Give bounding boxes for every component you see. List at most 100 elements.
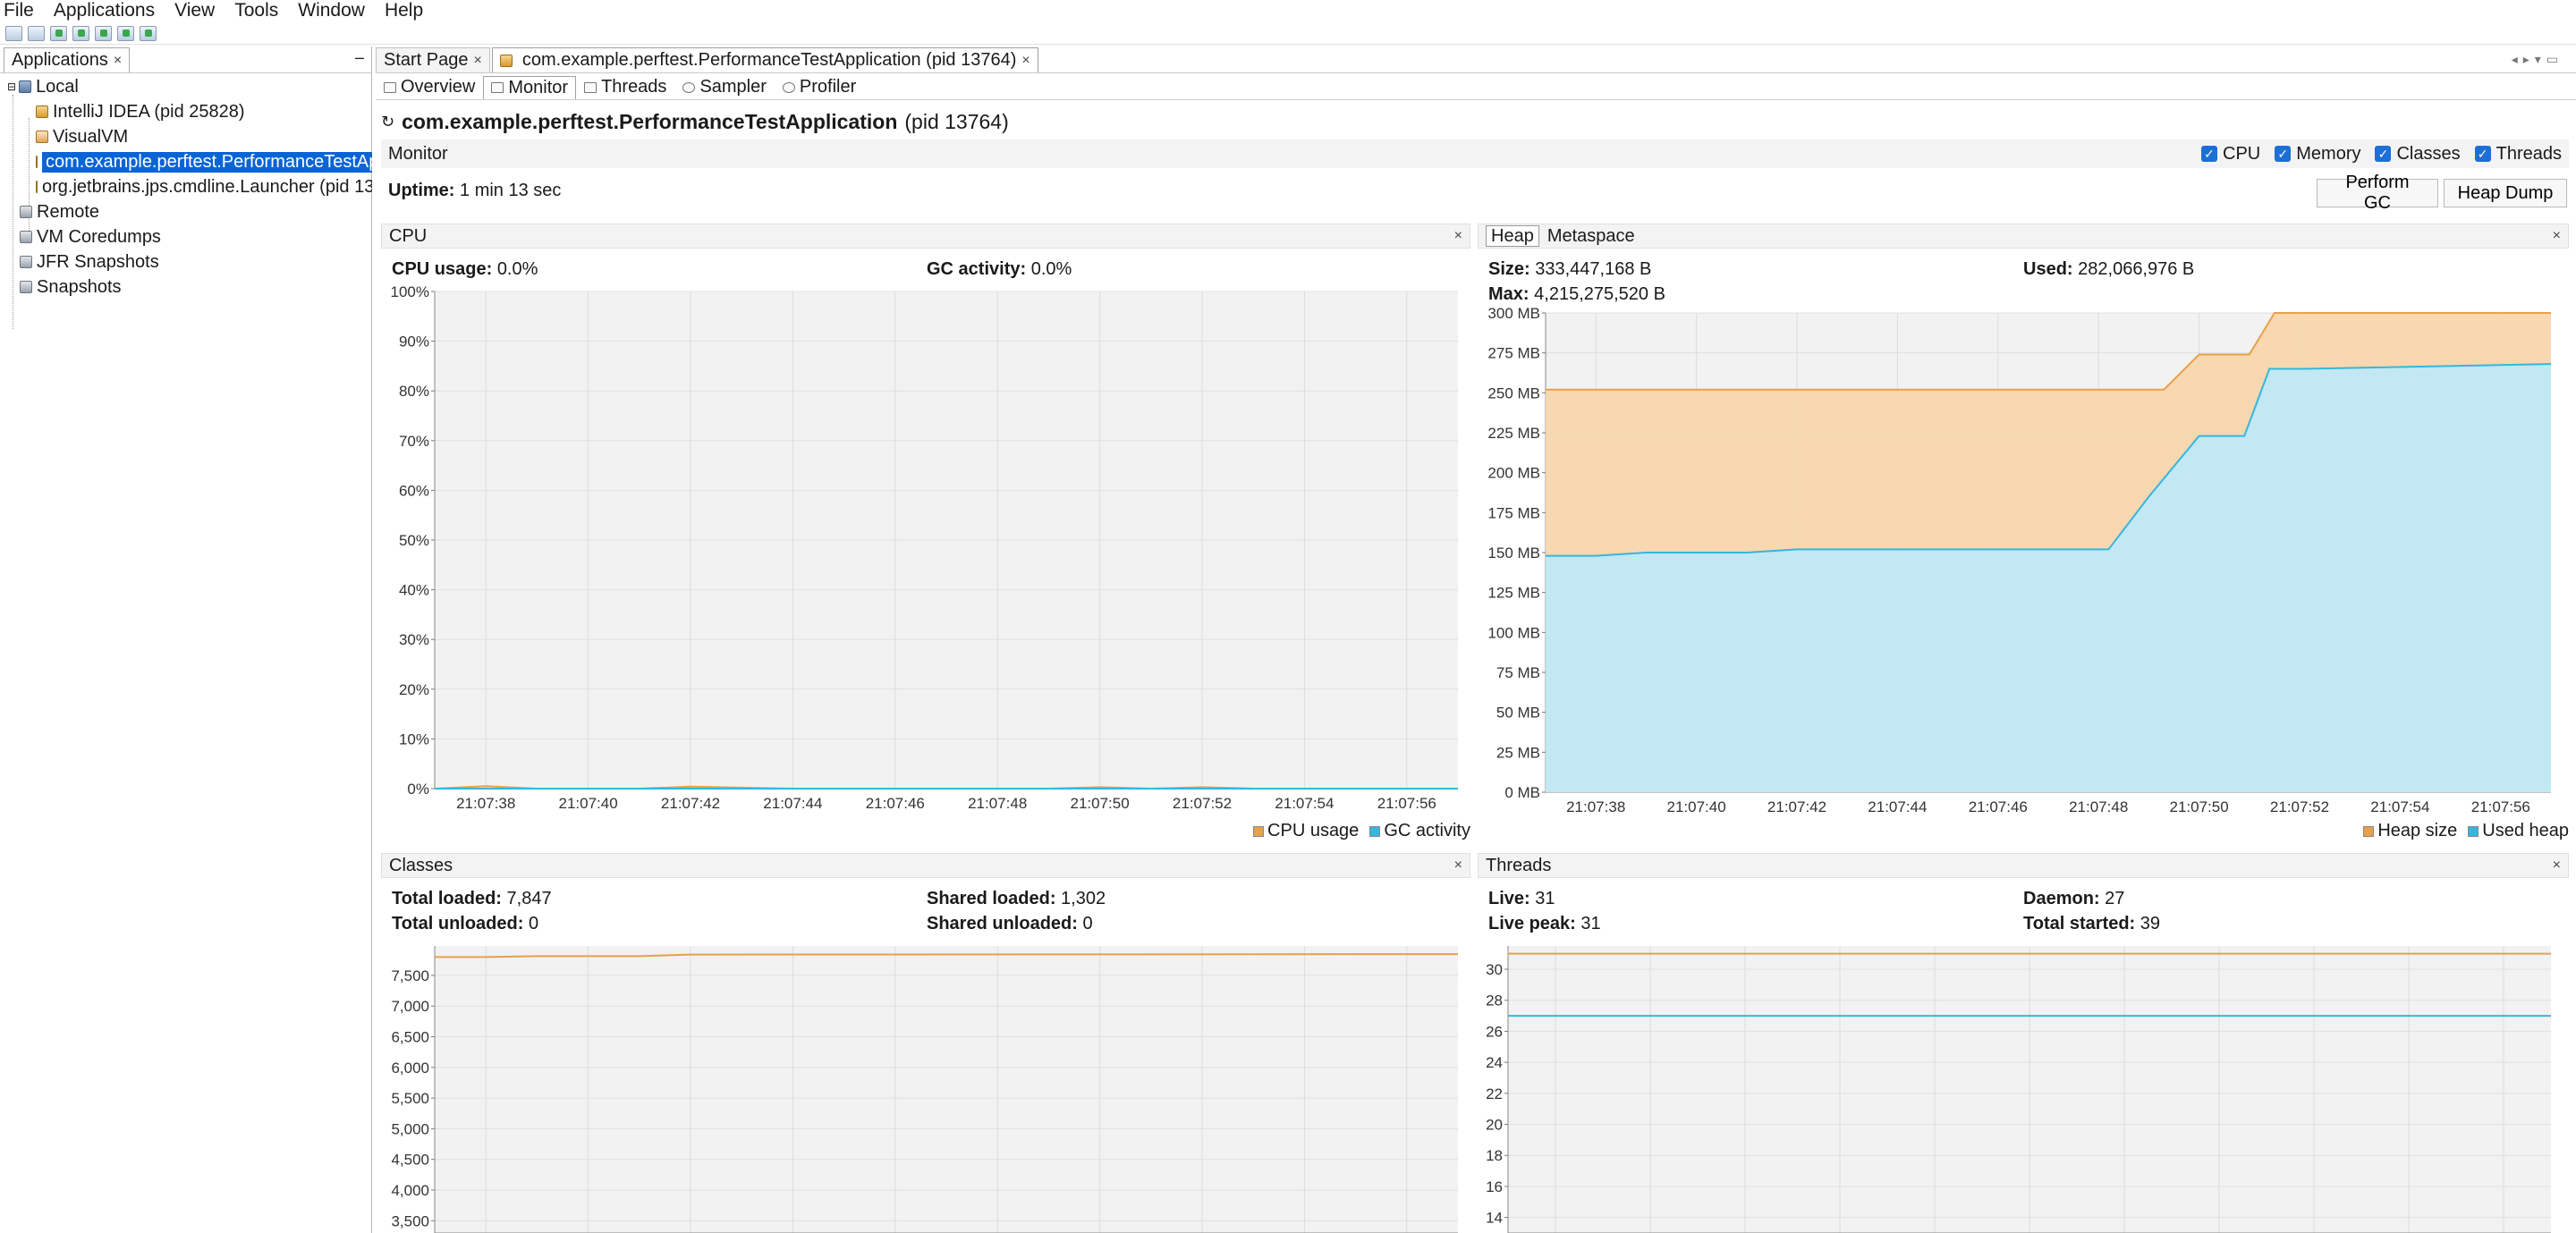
y-tick-label: 18 (1486, 1147, 1503, 1164)
tree-node-local[interactable]: ⊟ Local (7, 75, 79, 98)
y-tick-label: 6,500 (391, 1029, 429, 1046)
total-unloaded-stat: Total unloaded: 0 (392, 914, 538, 934)
tree-node-label: Local (36, 76, 79, 97)
menu-applications[interactable]: Applications (54, 0, 155, 21)
tab-monitor[interactable]: Monitor (483, 75, 577, 99)
tab-navigation-icon[interactable]: ◂▸▾▭ (2512, 52, 2563, 67)
page-title: ↻ com.example.perftest.PerformanceTestAp… (381, 107, 1009, 136)
applications-tab-label: Applications (12, 50, 108, 70)
stat-label: Live peak: (1488, 914, 1576, 933)
load-heap-icon[interactable] (28, 25, 45, 41)
tab-overview[interactable]: Overview (376, 76, 483, 99)
y-tick-label: 4,000 (391, 1182, 429, 1199)
menu-help[interactable]: Help (385, 0, 423, 21)
heap-panel-tabs: Heap Metaspace (1486, 225, 1640, 247)
collapse-icon[interactable]: ⊟ (7, 80, 16, 93)
threads-checkbox[interactable]: ✓ Threads (2474, 144, 2562, 165)
refresh-icon: ↻ (381, 112, 395, 131)
heap-dump-button[interactable]: Heap Dump (2444, 179, 2567, 207)
tab-sampler[interactable]: Sampler (674, 76, 774, 99)
subtab-label: Monitor (508, 77, 569, 97)
tree-node-label: com.example.perftest.PerformanceTestAppl… (42, 151, 372, 173)
applications-tab[interactable]: Applications × (4, 47, 131, 72)
application-icon (36, 181, 38, 193)
add-remote-host-icon[interactable] (72, 25, 89, 41)
menu-window[interactable]: Window (298, 0, 365, 21)
y-tick-label: 5,000 (391, 1120, 429, 1137)
cpu-checkbox[interactable]: ✓ CPU (2201, 144, 2260, 165)
y-tick-label: 60% (399, 482, 429, 499)
y-tick-label: 100% (391, 283, 429, 300)
subtab-label: Profiler (799, 77, 857, 97)
y-tick-label: 150 MB (1487, 545, 1540, 562)
live-peak-stat: Live peak: 31 (1488, 914, 1601, 934)
tab-heap[interactable]: Heap (1486, 225, 1539, 247)
threads-chart: 14 16 18 20 22 24 26 28 30 (1486, 946, 2551, 1233)
document-tabbar: Start Page × com.example.perftest.Perfor… (376, 46, 2576, 73)
menu-view[interactable]: View (174, 0, 215, 21)
y-tick-label: 22 (1486, 1085, 1503, 1102)
tree-node-remote[interactable]: Remote (20, 200, 99, 224)
check-icon: ✓ (2474, 146, 2491, 162)
tree-node-app[interactable]: IntelliJ IDEA (pid 25828) (36, 100, 245, 123)
tab-profiler[interactable]: Profiler (775, 76, 864, 99)
y-tick-label: 25 MB (1496, 744, 1540, 761)
menu-file[interactable]: File (4, 0, 34, 21)
tree-node-app[interactable]: VisualVM (36, 125, 128, 148)
heap-legend: Heap size Used heap (2363, 821, 2569, 841)
stat-label: Daemon: (2023, 889, 2100, 908)
memory-checkbox[interactable]: ✓ Memory (2275, 144, 2360, 165)
legend-item: Used heap (2468, 821, 2569, 841)
sampler-icon (682, 81, 696, 93)
close-icon[interactable]: × (2553, 857, 2561, 874)
classes-checkbox[interactable]: ✓ Classes (2375, 144, 2461, 165)
add-snapshot-icon[interactable] (117, 25, 134, 41)
tab-start-page[interactable]: Start Page × (376, 47, 490, 72)
x-tick-label: 21:07:54 (1275, 795, 1334, 812)
legend-item: CPU usage (1253, 821, 1359, 841)
menu-tools[interactable]: Tools (234, 0, 278, 21)
y-tick-label: 14 (1486, 1210, 1503, 1227)
application-icon (36, 131, 48, 143)
close-icon[interactable]: × (474, 53, 482, 69)
classes-chart: 3,500 4,000 4,500 5,000 5,500 6,000 6,500 7,000… (391, 946, 1459, 1233)
stat-label: Total started: (2023, 914, 2136, 933)
close-icon[interactable]: × (114, 53, 122, 69)
y-tick-label: 225 MB (1487, 425, 1540, 442)
tab-threads[interactable]: Threads (576, 76, 674, 99)
y-tick-label: 75 MB (1496, 664, 1540, 681)
add-jmx-connection-icon[interactable] (50, 25, 67, 41)
y-tick-label: 7,500 (391, 967, 429, 984)
subtab-label: Threads (601, 77, 667, 97)
app-name: com.example.perftest.PerformanceTestAppl… (402, 109, 898, 133)
x-tick-label: 21:07:48 (968, 795, 1027, 812)
legend-swatch (2363, 825, 2375, 837)
tree-node-jfr[interactable]: JFR Snapshots (20, 250, 159, 274)
x-tick-label: 21:07:42 (1767, 798, 1826, 815)
close-icon[interactable]: × (1021, 53, 1030, 69)
legend-label: Heap size (2377, 821, 2458, 840)
close-icon[interactable]: × (1454, 228, 1462, 244)
perform-gc-button[interactable]: Perform GC (2317, 173, 2438, 213)
x-tick-label: 21:07:46 (1969, 798, 2028, 815)
tree-node-label: Snapshots (37, 276, 122, 297)
x-tick-label: 21:07:52 (2270, 798, 2329, 815)
close-icon[interactable]: × (1454, 857, 1462, 874)
application-icon (36, 106, 48, 118)
tree-node-app[interactable]: org.jetbrains.jps.cmdline.Launcher (pid … (36, 175, 372, 198)
minimize-icon[interactable]: – (355, 48, 364, 67)
close-icon[interactable]: × (2553, 228, 2561, 244)
tree-node-snapshots[interactable]: Snapshots (20, 275, 122, 299)
y-tick-label: 26 (1486, 1023, 1503, 1040)
open-snapshot-icon[interactable] (5, 25, 22, 41)
add-jfr-icon[interactable] (140, 25, 157, 41)
legend-swatch (1253, 825, 1265, 837)
tab-application[interactable]: com.example.perftest.PerformanceTestAppl… (491, 47, 1038, 72)
tab-metaspace[interactable]: Metaspace (1543, 225, 1640, 247)
y-tick-label: 300 MB (1487, 308, 1540, 322)
tree-node-coredumps[interactable]: VM Coredumps (20, 225, 161, 249)
stat-label: Total loaded: (392, 889, 502, 908)
x-tick-label: 21:07:52 (1173, 795, 1232, 812)
add-coredump-icon[interactable] (95, 25, 112, 41)
tree-node-app-selected[interactable]: com.example.perftest.PerformanceTestAppl… (36, 150, 372, 173)
